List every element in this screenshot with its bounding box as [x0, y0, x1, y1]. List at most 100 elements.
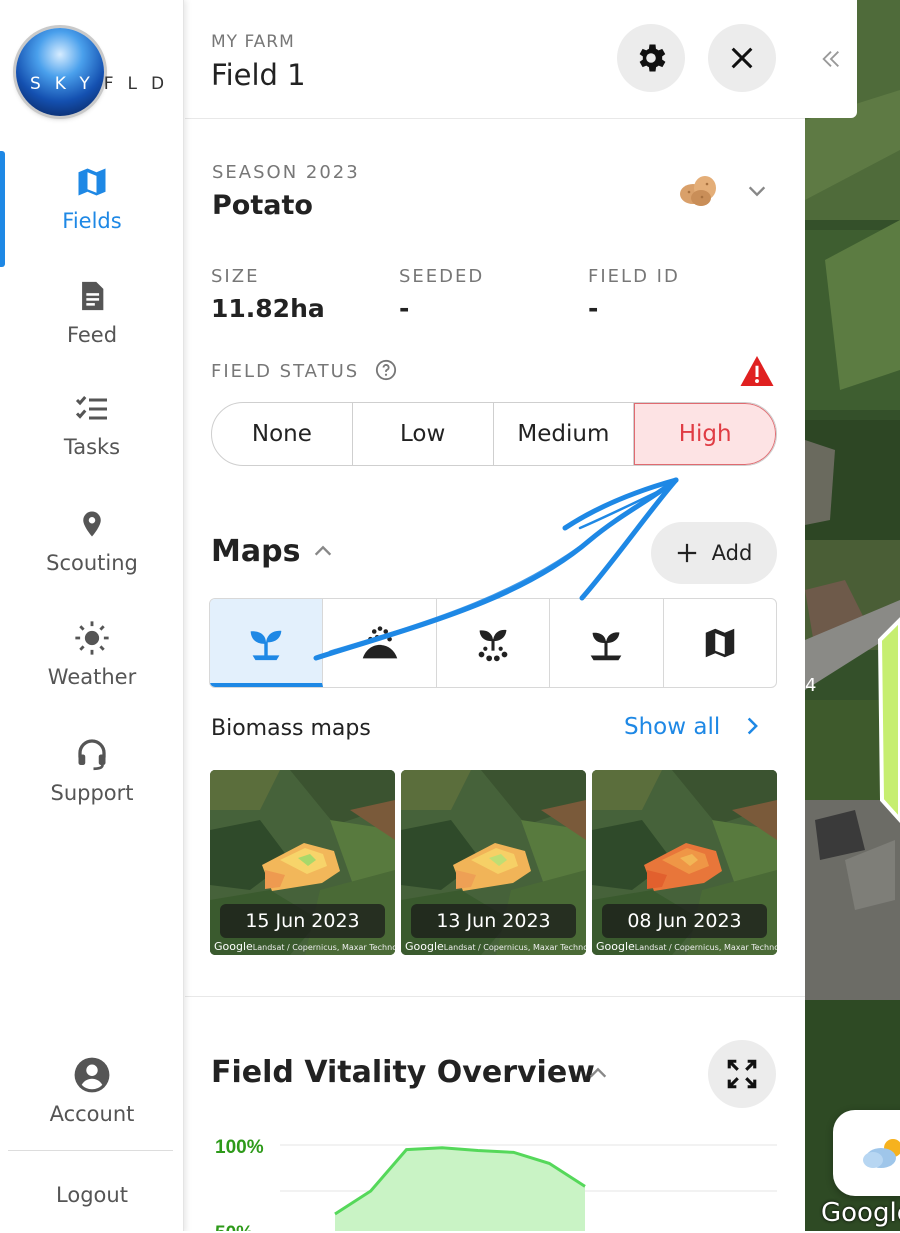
collapse-panel-button[interactable] [805, 0, 857, 118]
divider [185, 996, 805, 997]
map-icon [78, 168, 106, 196]
field-panel: MY FARM Field 1 SEASON 2023 Potato SIZE … [185, 0, 805, 1233]
sidebar-item-label: Feed [66, 323, 118, 347]
sidebar-item-scouting[interactable]: Scouting [0, 505, 184, 605]
maps-collapse-toggle[interactable] [311, 540, 335, 566]
map-imagery [805, 0, 900, 1233]
skyfld-logo[interactable]: SKYFLD [16, 28, 186, 116]
status-option-medium[interactable]: Medium [494, 403, 635, 465]
satellite-map[interactable]: 4 Google [805, 0, 900, 1233]
document-icon [82, 281, 104, 311]
status-option-low[interactable]: Low [353, 403, 494, 465]
thumbnail-date: 15 Jun 2023 [220, 904, 385, 938]
sidebar-item-label: Account [49, 1102, 135, 1126]
sidebar-item-account[interactable]: Account [0, 1056, 184, 1156]
plant-growth-icon [478, 629, 508, 662]
close-button[interactable] [708, 24, 776, 92]
chevron-up-icon [314, 545, 332, 556]
potato-icon [680, 176, 716, 206]
location-pin-icon [83, 511, 101, 537]
sidebar-item-weather[interactable]: Weather [0, 619, 184, 719]
biomass-thumbnail[interactable]: 08 Jun 2023 GoogleLandsat / Copernicus, … [592, 770, 777, 955]
biomass-maps-heading: Biomass maps [211, 716, 371, 741]
divider [8, 1150, 173, 1151]
checklist-icon [75, 396, 107, 420]
sidebar: SKYFLD Fields Feed Tasks Scouting Weathe… [0, 0, 184, 1233]
season-selector[interactable] [675, 170, 723, 214]
google-brand: Google [596, 940, 635, 953]
field-id-label: FIELD ID [588, 266, 680, 287]
logo-text-first: SKY [30, 74, 104, 94]
plus-icon [677, 543, 696, 563]
sidebar-item-label: Support [50, 781, 134, 805]
status-option-none[interactable]: None [212, 403, 353, 465]
field-status-help[interactable] [375, 359, 397, 385]
tab-map[interactable] [664, 599, 776, 687]
biomass-thumbnail[interactable]: 13 Jun 2023 GoogleLandsat / Copernicus, … [401, 770, 586, 955]
sidebar-item-support[interactable]: Support [0, 733, 184, 833]
logo-text: SKYFLD [30, 74, 178, 94]
size-label: SIZE [211, 266, 260, 287]
add-map-button[interactable]: Add [651, 522, 777, 584]
thumbnail-date: 08 Jun 2023 [602, 904, 767, 938]
tab-biomass[interactable] [210, 599, 324, 687]
map-credit: GoogleLandsat / Copernicus, Maxar Techno… [405, 940, 586, 953]
field-id-value: - [588, 294, 599, 323]
gear-icon [639, 44, 666, 72]
logo-orb [16, 28, 104, 116]
map-type-tabs [209, 598, 777, 688]
sun-icon [75, 621, 109, 655]
season-label: SEASON 2023 [212, 162, 360, 183]
page-title: Field 1 [211, 58, 306, 92]
imagery-credit: Landsat / Copernicus, Maxar Technologies [252, 943, 395, 952]
y-tick-label: 100% [215, 1137, 264, 1158]
warning-icon [740, 356, 774, 386]
vitality-chart: 100%50% [215, 1137, 777, 1233]
tab-plant[interactable] [550, 599, 664, 687]
logout-button[interactable]: Logout [0, 1183, 184, 1207]
size-value: 11.82ha [211, 294, 325, 323]
settings-button[interactable] [617, 24, 685, 92]
sidebar-item-tasks[interactable]: Tasks [0, 391, 184, 491]
add-map-label: Add [711, 541, 753, 565]
headset-icon [78, 739, 106, 771]
help-circle-icon [375, 359, 397, 381]
crop-name: Potato [212, 190, 313, 221]
seeded-value: - [399, 294, 410, 323]
seeded-label: SEEDED [399, 266, 485, 287]
tab-seeding[interactable] [323, 599, 437, 687]
imagery-credit: Landsat / Copernicus, Maxar Technologies [443, 943, 586, 952]
show-all-link[interactable]: Show all [624, 714, 762, 740]
season-dropdown-toggle[interactable] [745, 180, 769, 206]
google-brand: Google [405, 940, 444, 953]
thumbnail-date: 13 Jun 2023 [411, 904, 576, 938]
field-status-label: FIELD STATUS [211, 361, 360, 382]
divider [185, 118, 805, 119]
maps-heading: Maps [211, 534, 301, 569]
partly-cloudy-icon [863, 1139, 900, 1168]
map-icon [705, 628, 735, 658]
logo-text-rest: FLD [103, 74, 179, 94]
tab-growth[interactable] [437, 599, 551, 687]
plant-sprout-icon [250, 630, 282, 661]
vitality-collapse-toggle[interactable] [586, 1062, 610, 1088]
double-chevron-left-icon [822, 51, 839, 67]
fullscreen-icon [727, 1059, 757, 1089]
status-option-high[interactable]: High [634, 403, 776, 465]
show-all-label: Show all [624, 714, 721, 740]
road-label: 4 [805, 675, 817, 696]
fullscreen-button[interactable] [708, 1040, 776, 1108]
sidebar-item-label: Fields [62, 209, 122, 233]
map-credit: GoogleLandsat / Copernicus, Maxar Techno… [214, 940, 395, 953]
chevron-right-icon [747, 717, 758, 735]
sidebar-item-label: Scouting [46, 551, 138, 575]
farm-label: MY FARM [211, 32, 295, 52]
sidebar-item-fields[interactable]: Fields [0, 151, 184, 267]
warning-indicator [739, 354, 775, 392]
sidebar-item-feed[interactable]: Feed [0, 277, 184, 377]
weather-widget[interactable] [833, 1110, 900, 1196]
field-status-selector: None Low Medium High [211, 402, 777, 466]
biomass-thumbnail[interactable]: 15 Jun 2023 GoogleLandsat / Copernicus, … [210, 770, 395, 955]
chevron-up-icon [589, 1067, 607, 1078]
account-icon [74, 1057, 110, 1093]
